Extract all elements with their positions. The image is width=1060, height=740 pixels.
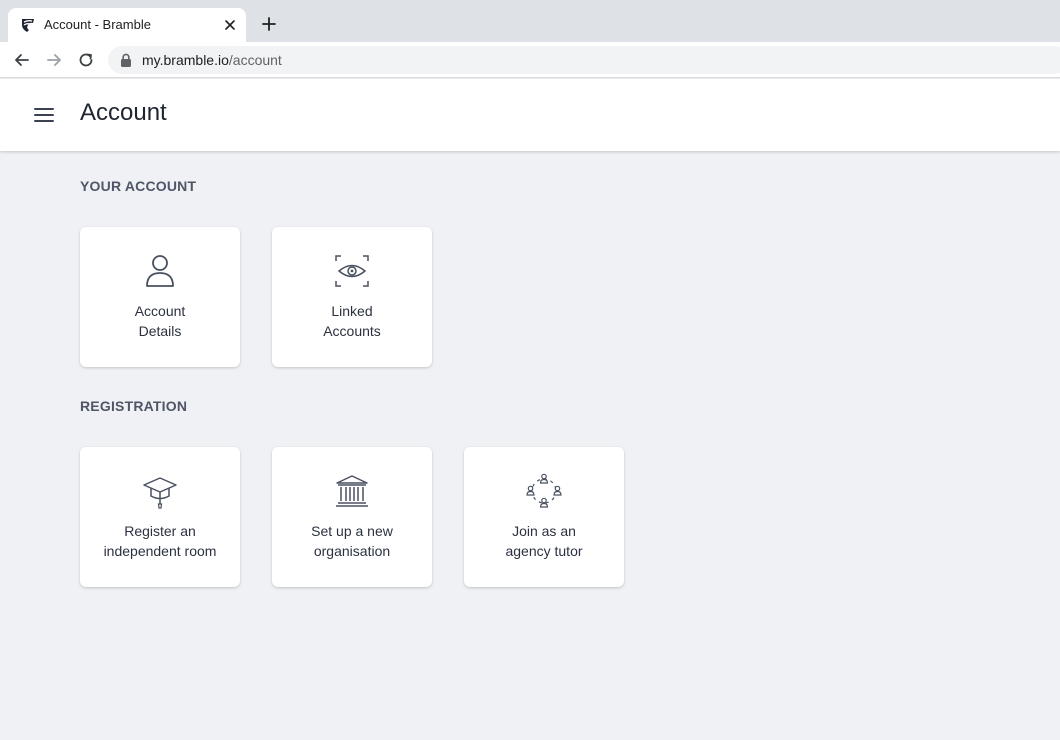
address-bar[interactable]: my.bramble.io/account <box>108 46 1060 74</box>
card-label: Register an independent room <box>103 523 217 559</box>
browser-tab[interactable]: Account - Bramble <box>8 8 246 42</box>
hamburger-menu-icon[interactable] <box>33 105 55 125</box>
set-up-organisation-card[interactable]: Set up a new organisation <box>272 447 432 587</box>
browser-toolbar: my.bramble.io/account <box>0 42 1060 78</box>
lock-icon <box>121 53 131 67</box>
card-label: Set up a new organisation <box>311 523 393 559</box>
join-agency-tutor-card[interactable]: Join as an agency tutor <box>464 447 624 587</box>
browser-tab-strip: Account - Bramble <box>0 0 1060 42</box>
new-tab-plus-icon[interactable] <box>261 16 277 32</box>
app-header: Account <box>0 79 1060 151</box>
reload-icon[interactable] <box>77 51 95 69</box>
card-label: Account Details <box>134 303 186 339</box>
eye-scan-icon <box>335 255 369 287</box>
linked-accounts-card[interactable]: Linked Accounts <box>272 227 432 367</box>
url-text: my.bramble.io/account <box>142 52 282 68</box>
url-host: my.bramble.io <box>142 52 229 68</box>
card-label: Linked Accounts <box>323 303 381 339</box>
graduation-cap-icon <box>143 477 177 509</box>
section-heading-your-account: YOUR ACCOUNT <box>80 178 197 194</box>
people-circle-icon <box>526 473 562 508</box>
card-label: Join as an agency tutor <box>505 523 583 559</box>
page-title: Account <box>80 99 167 126</box>
forward-arrow-icon[interactable] <box>45 51 63 69</box>
account-details-card[interactable]: Account Details <box>80 227 240 367</box>
person-icon <box>146 255 174 287</box>
bramble-logo-icon <box>22 19 34 32</box>
register-independent-room-card[interactable]: Register an independent room <box>80 447 240 587</box>
url-path: /account <box>228 52 282 68</box>
institution-icon <box>336 475 368 507</box>
back-arrow-icon[interactable] <box>13 51 31 69</box>
close-icon[interactable] <box>223 18 237 32</box>
section-heading-registration: REGISTRATION <box>80 398 188 414</box>
tab-title: Account - Bramble <box>44 17 151 32</box>
